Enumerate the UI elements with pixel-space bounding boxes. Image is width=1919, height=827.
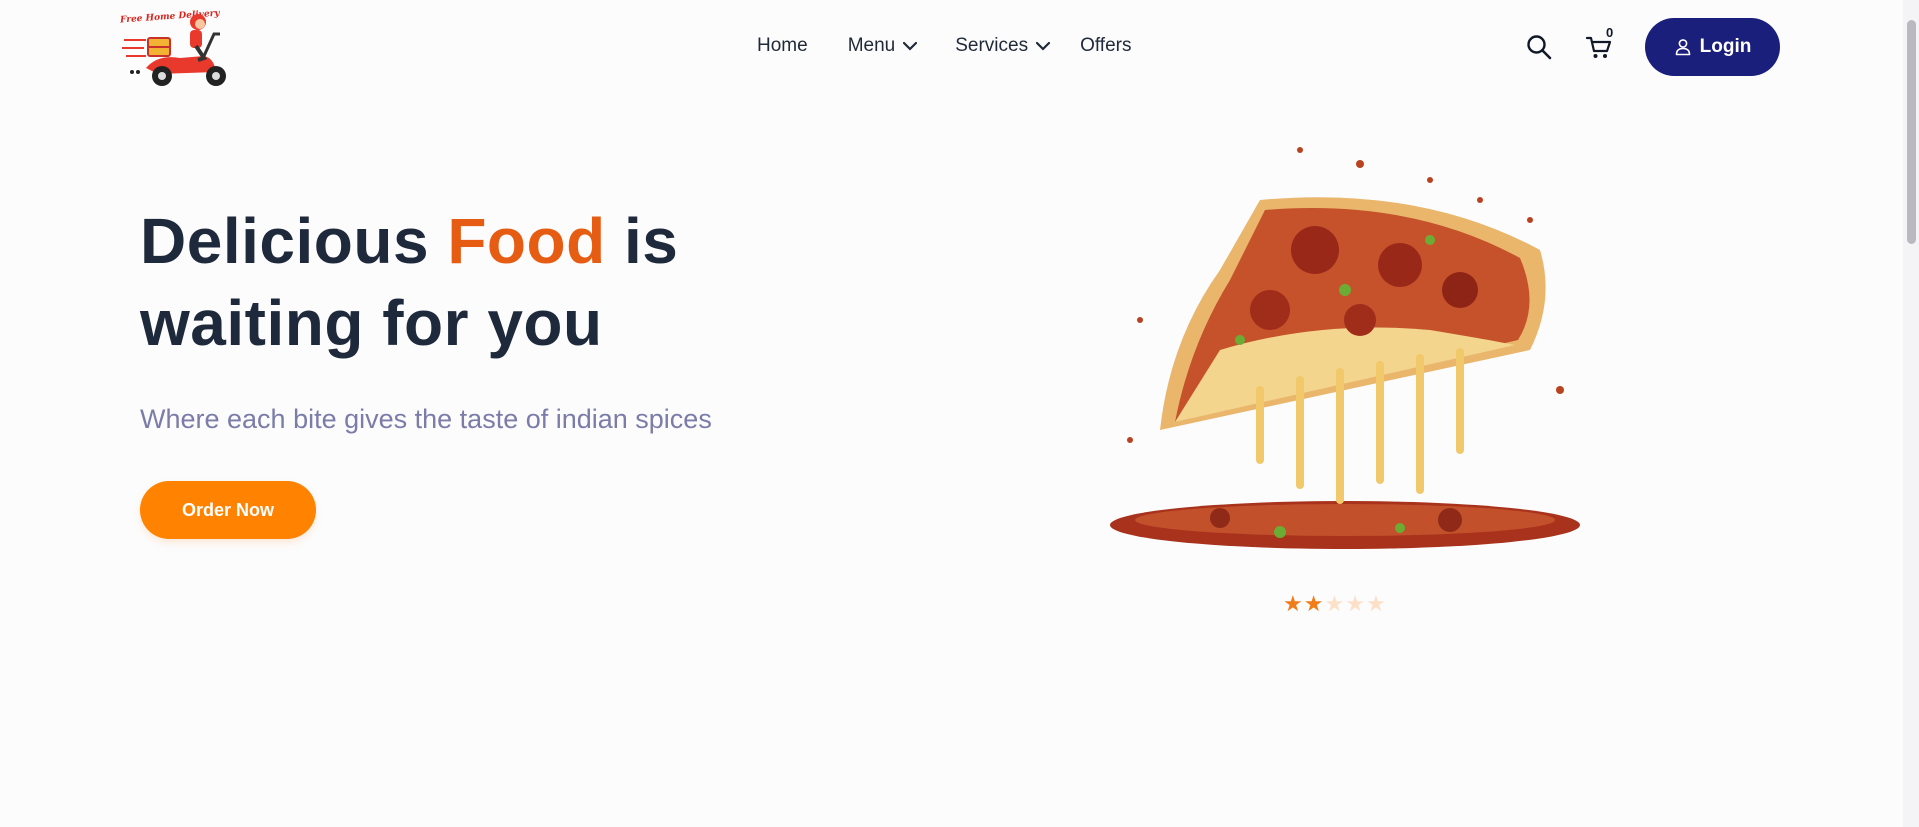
nav-services[interactable]: Services	[955, 35, 1051, 57]
search-button[interactable]	[1525, 33, 1553, 61]
hero-subtitle: Where each bite gives the taste of india…	[140, 404, 712, 434]
site-header: Free Home Delivery Home Menu Services Of…	[0, 0, 1919, 92]
nav-offers[interactable]: Offers	[1080, 35, 1131, 57]
star-filled-icon[interactable]: ★	[1304, 593, 1324, 615]
star-empty-icon[interactable]: ★	[1345, 593, 1365, 615]
star-empty-icon[interactable]: ★	[1324, 593, 1344, 615]
order-now-label: Order Now	[181, 499, 274, 520]
star-empty-icon[interactable]: ★	[1366, 593, 1386, 615]
nav-menu[interactable]: Menu	[848, 35, 918, 57]
cart-count-badge: 0	[1606, 25, 1614, 40]
hero-title-part1: Delicious	[140, 205, 448, 277]
pizza-slice-image	[1100, 140, 1590, 560]
search-icon	[1527, 35, 1552, 60]
star-filled-icon[interactable]: ★	[1283, 593, 1303, 615]
nav-home-label: Home	[757, 35, 808, 56]
scrollbar-thumb[interactable]	[1907, 20, 1916, 244]
main-nav: Home Menu Services Offers	[757, 31, 1131, 61]
nav-services-label: Services	[955, 35, 1029, 56]
delivery-scooter-logo-icon	[122, 14, 226, 86]
hero-title-accent: Food	[447, 205, 606, 277]
brand-logo[interactable]: Free Home Delivery	[118, 6, 250, 90]
login-button[interactable]: Login	[1645, 18, 1780, 76]
nav-menu-label: Menu	[847, 35, 896, 56]
order-now-button[interactable]: Order Now	[140, 481, 316, 539]
nav-home[interactable]: Home	[757, 35, 808, 57]
user-icon	[1675, 39, 1690, 56]
nav-offers-label: Offers	[1080, 35, 1132, 56]
hero-title: Delicious Food is waiting for you	[140, 200, 840, 364]
login-label: Login	[1699, 36, 1752, 57]
rating-stars: ★ ★ ★ ★ ★	[1283, 593, 1386, 615]
chevron-down-icon	[1036, 41, 1051, 51]
chevron-down-icon	[903, 41, 918, 51]
page-scrollbar[interactable]	[1903, 0, 1919, 827]
